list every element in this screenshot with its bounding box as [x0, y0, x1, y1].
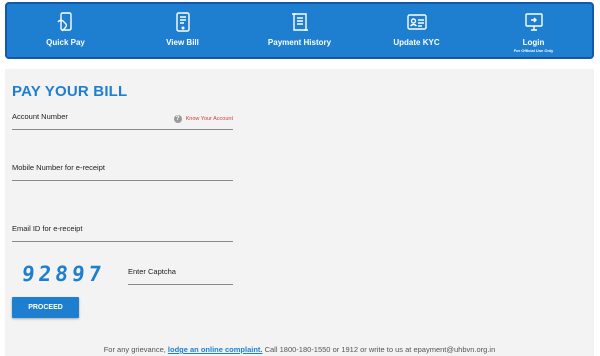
- nav-label: Login: [522, 38, 545, 47]
- scroll-history-icon: [291, 13, 308, 31]
- know-your-account-text: Know Your Account: [185, 116, 233, 122]
- know-your-account-link[interactable]: ? Know Your Account: [173, 115, 233, 123]
- captcha-field[interactable]: Enter Captcha: [128, 261, 233, 285]
- nav-quick-pay[interactable]: Quick Pay: [7, 4, 124, 57]
- nav-update-kyc[interactable]: Update KYC: [358, 4, 475, 57]
- nav-label: Update KYC: [393, 38, 440, 47]
- captcha-input[interactable]: [128, 261, 233, 284]
- login-screen-icon: [524, 13, 543, 31]
- footer-prefix: For any grievance,: [103, 345, 168, 354]
- footer-suffix: Call 1800-180-1550 or 1912 or write to u…: [262, 345, 496, 354]
- captcha-image: 92897: [20, 262, 107, 286]
- account-number-field[interactable]: Account Number ? Know Your Account: [12, 105, 233, 130]
- nav-sub-label: For Official Use Only: [513, 48, 554, 53]
- nav-label: Payment History: [267, 38, 332, 47]
- nav-login[interactable]: Login For Official Use Only: [475, 4, 592, 57]
- mobile-number-input[interactable]: [12, 156, 233, 180]
- nav-view-bill[interactable]: View Bill: [124, 4, 241, 57]
- phone-pay-icon: [56, 12, 72, 32]
- nav-label: View Bill: [166, 38, 199, 47]
- email-field[interactable]: Email ID for e-receipt: [12, 217, 233, 242]
- top-nav-bar: Quick Pay View Bill Payment History Upda…: [5, 2, 594, 59]
- nav-label: Quick Pay: [46, 38, 85, 47]
- page-title: PAY YOUR BILL: [12, 83, 128, 100]
- proceed-button[interactable]: PROCEED: [12, 297, 79, 318]
- grievance-footer: For any grievance, lodge an online compl…: [5, 345, 594, 354]
- id-card-icon: [406, 14, 427, 30]
- lodge-complaint-link[interactable]: lodge an online complaint.: [168, 345, 263, 354]
- mobile-bill-icon: [175, 12, 190, 32]
- help-icon: ?: [173, 115, 182, 123]
- pay-bill-panel: PAY YOUR BILL Account Number ? Know Your…: [5, 69, 594, 356]
- mobile-number-field[interactable]: Mobile Number for e-receipt: [12, 156, 233, 181]
- nav-payment-history[interactable]: Payment History: [241, 4, 358, 57]
- email-input[interactable]: [12, 217, 233, 241]
